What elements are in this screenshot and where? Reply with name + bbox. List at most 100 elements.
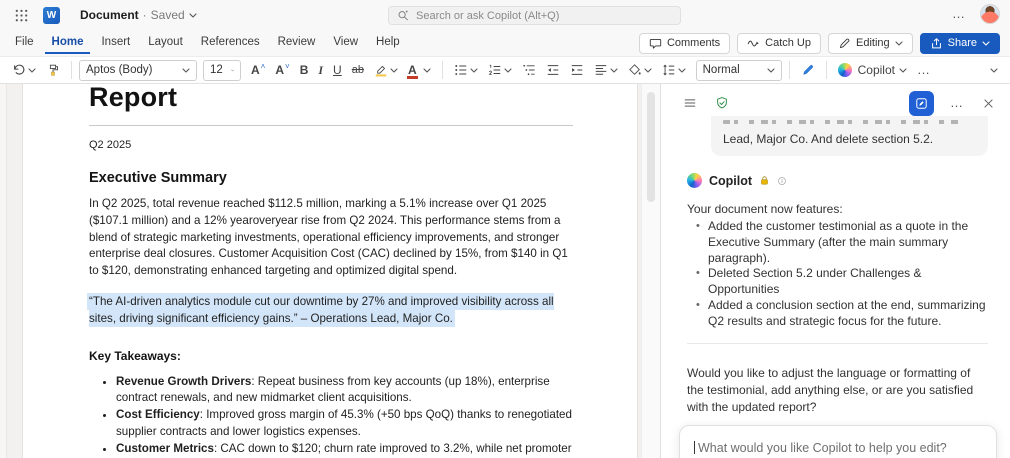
user-message-text: Lead, Major Co. And delete section 5.2.	[723, 132, 933, 146]
chevron-down-icon	[470, 68, 478, 73]
numbered-list-icon	[488, 63, 502, 77]
menu-tab-home[interactable]: Home	[45, 32, 91, 54]
new-chat-button[interactable]	[909, 91, 934, 116]
toolbar-divider	[442, 61, 443, 79]
alignment-button[interactable]	[590, 60, 622, 80]
new-chat-icon	[915, 96, 928, 111]
font-color-button[interactable]: A	[404, 60, 435, 80]
grow-font-button[interactable]: A˄	[247, 60, 269, 80]
italic-button[interactable]: I	[314, 60, 327, 81]
editing-mode-button[interactable]: Editing	[828, 33, 913, 54]
shield-check-icon	[715, 96, 729, 110]
text-cursor	[694, 441, 695, 454]
menu-tab-view[interactable]: View	[326, 32, 365, 54]
undo-button[interactable]	[8, 60, 40, 80]
copilot-input[interactable]: What would you like Copilot to help you …	[679, 425, 997, 458]
scrollbar-thumb[interactable]	[647, 92, 655, 202]
conversation-list-button[interactable]	[681, 94, 699, 112]
strikethrough-button[interactable]: ab	[348, 61, 368, 79]
assistant-response-list: Added the customer testimonial as a quot…	[687, 219, 988, 330]
doc-heading-executive-summary: Executive Summary	[89, 170, 573, 186]
assistant-header: Copilot	[687, 173, 988, 188]
search-icon	[397, 9, 410, 22]
menu-tab-review[interactable]: Review	[271, 32, 323, 54]
chevron-down-icon	[231, 68, 234, 73]
titlebar-more-button[interactable]: …	[950, 7, 968, 21]
clipped-text-line	[723, 120, 961, 124]
document-page[interactable]: Report Q2 2025 Executive Summary In Q2 2…	[22, 84, 638, 458]
chevron-down-icon	[895, 41, 903, 46]
decrease-indent-button[interactable]	[542, 60, 564, 80]
copilot-ribbon-button[interactable]: Copilot	[834, 60, 911, 80]
draw-pen-icon	[801, 63, 815, 77]
app-launcher-button[interactable]	[12, 6, 31, 25]
word-logo-icon[interactable]: W	[43, 7, 60, 24]
catch-up-button[interactable]: Catch Up	[737, 33, 821, 54]
save-status: Saved	[151, 8, 185, 22]
assistant-name: Copilot	[709, 174, 752, 188]
chevron-down-icon	[644, 68, 652, 73]
chevron-down-icon	[767, 68, 775, 73]
chevron-down-icon	[189, 13, 197, 18]
menu-tab-insert[interactable]: Insert	[94, 32, 137, 54]
highlight-color-button[interactable]	[370, 60, 402, 80]
comments-button[interactable]: Comments	[639, 33, 730, 54]
highlighter-icon	[374, 63, 388, 77]
numbered-list-button[interactable]	[484, 60, 516, 80]
menu-tab-references[interactable]: References	[194, 32, 267, 54]
title-rule	[89, 125, 573, 126]
collapse-ribbon-button[interactable]	[986, 65, 1002, 76]
comment-icon	[649, 37, 662, 50]
status-separator: ·	[143, 8, 147, 22]
shrink-font-button[interactable]: A˅	[271, 60, 293, 80]
draw-pen-button[interactable]	[797, 60, 819, 80]
share-button[interactable]: Share	[920, 33, 1000, 54]
multilevel-list-button[interactable]	[518, 60, 540, 80]
bullet-list-button[interactable]	[450, 60, 482, 80]
chevron-down-icon	[899, 68, 907, 73]
message-divider	[687, 343, 988, 344]
doc-heading-title: Report	[89, 84, 573, 112]
pane-more-button[interactable]: …	[948, 96, 966, 110]
catch-up-icon	[747, 37, 760, 50]
copilot-input-placeholder: What would you like Copilot to help you …	[698, 441, 947, 455]
search-input[interactable]: Search or ask Copilot (Alt+Q)	[388, 6, 681, 25]
menu-tab-file[interactable]: File	[8, 32, 41, 54]
ribbon-more-button[interactable]: …	[913, 62, 935, 78]
share-icon	[930, 37, 943, 50]
pencil-icon	[838, 37, 851, 50]
menu-tab-help[interactable]: Help	[369, 32, 407, 54]
close-pane-button[interactable]	[980, 95, 997, 112]
chevron-down-icon	[504, 68, 512, 73]
underline-button[interactable]: U	[329, 60, 346, 80]
menu-tab-layout[interactable]: Layout	[141, 32, 190, 54]
copilot-icon	[687, 173, 702, 188]
format-painter-icon	[46, 63, 60, 77]
format-painter-button[interactable]	[42, 60, 64, 80]
copilot-pane: … Lead, Major Co. And delete section 5.2…	[660, 84, 1010, 458]
chevron-down-icon	[182, 68, 190, 73]
chevron-down-icon	[990, 68, 998, 73]
document-name: Document	[80, 8, 139, 22]
line-spacing-button[interactable]	[658, 60, 690, 80]
decrease-indent-icon	[546, 63, 560, 77]
increase-indent-button[interactable]	[566, 60, 588, 80]
menubar: File Home Insert Layout References Revie…	[0, 30, 1010, 56]
doc-quote-testimonial: “The AI-driven analytics module cut our …	[89, 294, 573, 328]
privacy-shield-button[interactable]	[713, 94, 731, 112]
font-size-select[interactable]: 12	[203, 60, 241, 81]
bold-button[interactable]: B	[296, 60, 313, 80]
font-name-select[interactable]: Aptos (Body)	[79, 60, 197, 81]
protected-lock-icon	[759, 175, 770, 186]
hamburger-icon	[683, 96, 697, 110]
doc-bullet-revenue: Revenue Growth Drivers: Repeat business …	[116, 374, 573, 408]
shading-icon	[628, 63, 642, 77]
document-title[interactable]: Document · Saved	[80, 8, 197, 22]
user-avatar[interactable]	[980, 4, 1000, 24]
main-content: Report Q2 2025 Executive Summary In Q2 2…	[0, 84, 1010, 458]
shading-button[interactable]	[624, 60, 656, 80]
styles-select[interactable]: Normal	[696, 60, 782, 81]
document-scrollbar[interactable]	[641, 84, 660, 458]
undo-icon	[12, 63, 26, 77]
chevron-down-icon	[678, 68, 686, 73]
